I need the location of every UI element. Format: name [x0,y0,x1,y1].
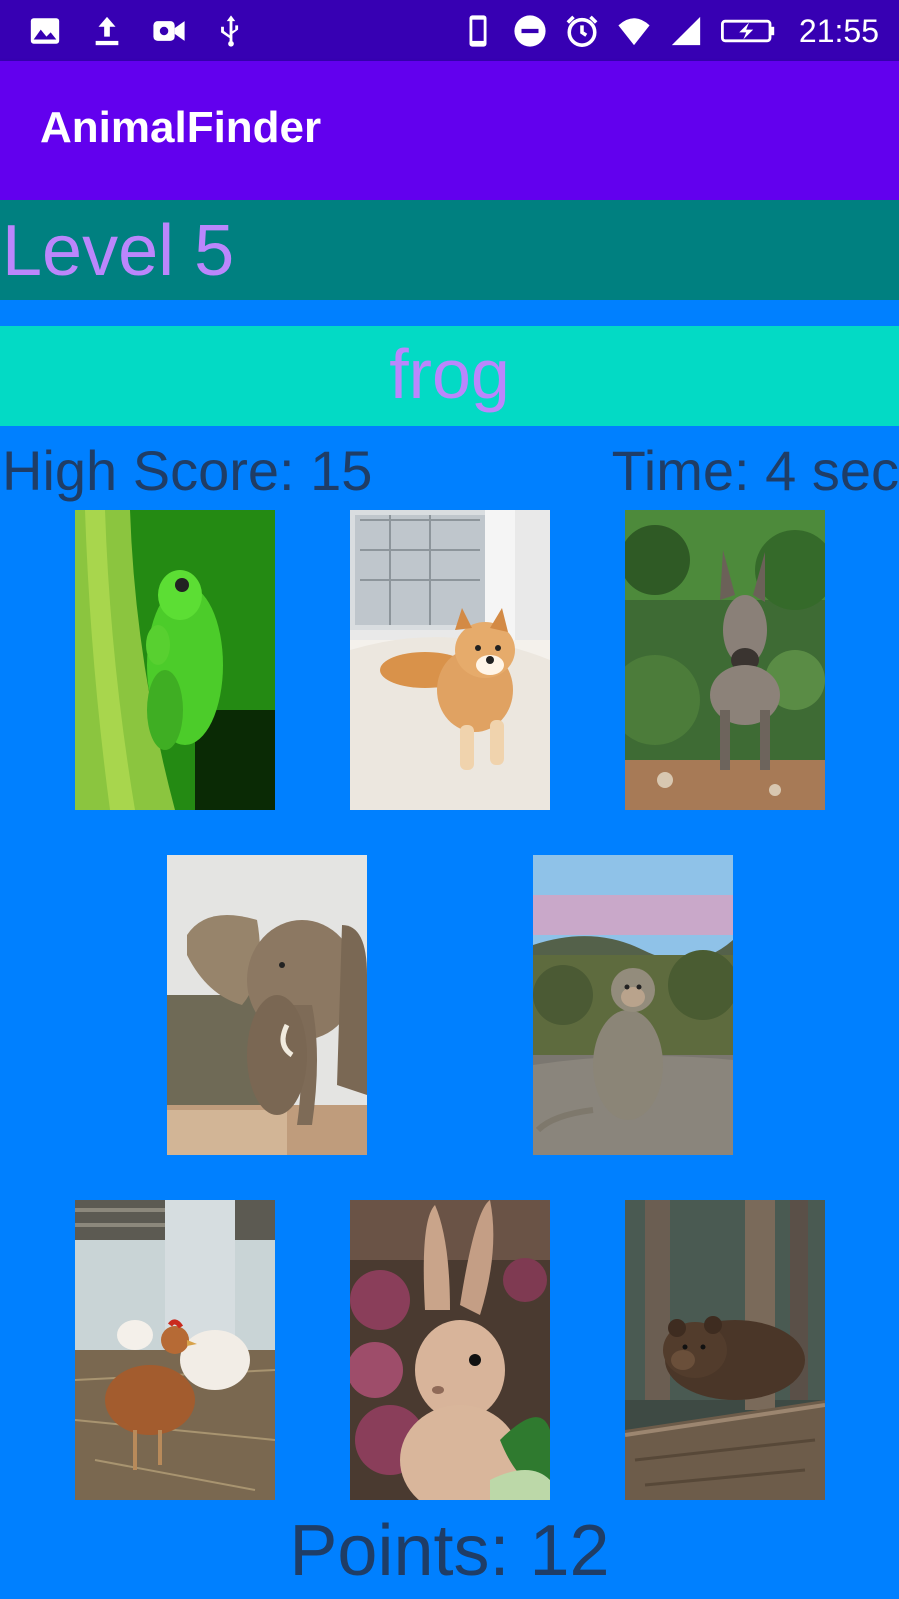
points-label: Points: 12 [289,1511,610,1591]
level-label: Level 5 [2,211,235,291]
target-word-bar: frog [0,326,899,426]
alarm-icon [566,15,598,47]
chicken-image [75,1200,275,1500]
signal-icon [671,16,701,46]
animal-tile-monkey[interactable] [533,855,733,1155]
animal-tile-donkey[interactable] [625,510,825,810]
upload-icon [95,16,119,46]
donkey-image [625,510,825,810]
image-icon [30,18,60,44]
video-icon [153,21,185,41]
clock: 21:55 [798,12,879,49]
battery-charging-icon [720,19,775,43]
high-score-label: High Score: 15 [2,439,373,502]
animal-tile-dog[interactable] [350,510,550,810]
rabbit-image [350,1200,550,1500]
bear-image [625,1200,825,1500]
app-bar: AnimalFinder [0,61,899,200]
wifi-icon [618,18,650,46]
usb-icon [221,15,239,47]
elephant-image [167,855,367,1155]
dog-image [350,510,550,810]
animal-tile-chicken[interactable] [75,1200,275,1500]
target-word: frog [389,335,510,413]
timer-label: Time: 4 sec [611,439,899,502]
frog-image [75,510,275,810]
app-title: AnimalFinder [40,103,322,152]
phone-icon [469,15,487,47]
animal-tile-frog[interactable] [75,510,275,810]
level-bar: Level 5 [0,200,899,300]
do-not-disturb-icon [514,15,546,47]
animal-tile-rabbit[interactable] [350,1200,550,1500]
animal-tile-elephant[interactable] [167,855,367,1155]
animal-tile-bear[interactable] [625,1200,825,1500]
monkey-image [533,855,733,1155]
status-bar: 21:55 [0,0,899,61]
